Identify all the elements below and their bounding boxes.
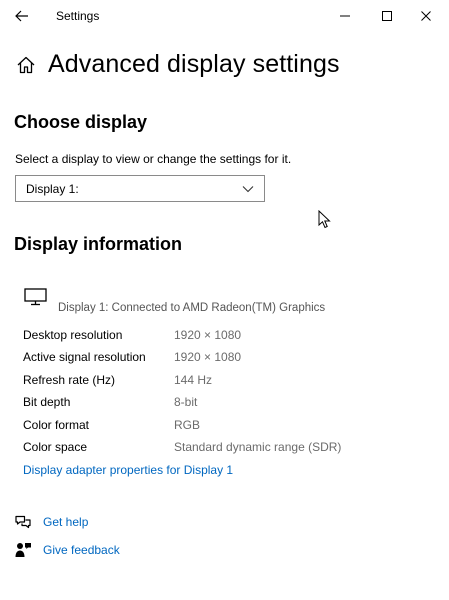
back-arrow-icon (15, 10, 28, 22)
info-label: Color format (23, 417, 90, 432)
info-label: Color space (23, 439, 88, 454)
display-select-value: Display 1: (26, 181, 79, 196)
info-value: 8-bit (174, 395, 198, 410)
title-bar: Settings (0, 0, 449, 32)
info-value: 1920 × 1080 (174, 350, 242, 365)
give-feedback-label: Give feedback (43, 543, 120, 557)
info-label: Refresh rate (Hz) (23, 372, 116, 387)
minimize-button[interactable] (322, 0, 368, 32)
back-button[interactable] (10, 5, 34, 27)
choose-display-instruction: Select a display to view or change the s… (15, 152, 292, 166)
page-header: Advanced display settings (16, 50, 340, 79)
close-button[interactable] (403, 0, 449, 32)
display-select-dropdown[interactable]: Display 1: (15, 175, 265, 202)
display-information-heading: Display information (14, 234, 183, 254)
info-label: Desktop resolution (23, 328, 123, 342)
display-connection-status: Display 1: Connected to AMD Radeon(TM) G… (58, 302, 326, 314)
info-value: 1920 × 1080 (174, 328, 242, 342)
choose-display-heading: Choose display (14, 112, 148, 132)
get-help-label: Get help (43, 515, 89, 529)
monitor-icon (24, 288, 47, 306)
help-chat-icon (14, 513, 32, 531)
info-label: Active signal resolution (23, 350, 146, 365)
info-value: Standard dynamic range (SDR) (174, 439, 342, 454)
give-feedback-link[interactable]: Give feedback (14, 541, 120, 559)
feedback-person-icon (14, 541, 32, 559)
display-adapter-properties-link[interactable]: Display adapter properties for Display 1 (23, 463, 233, 477)
close-icon (421, 11, 431, 21)
info-label: Bit depth (23, 395, 71, 410)
page-title: Advanced display settings (48, 50, 340, 78)
info-value: RGB (174, 417, 201, 432)
home-icon (16, 54, 38, 76)
maximize-icon (382, 11, 392, 21)
mouse-cursor-icon (318, 210, 331, 229)
info-value: 144 Hz (174, 372, 213, 387)
minimize-icon (340, 15, 350, 17)
window-title: Settings (56, 9, 100, 23)
chevron-down-icon (242, 185, 254, 192)
get-help-link[interactable]: Get help (14, 513, 88, 531)
